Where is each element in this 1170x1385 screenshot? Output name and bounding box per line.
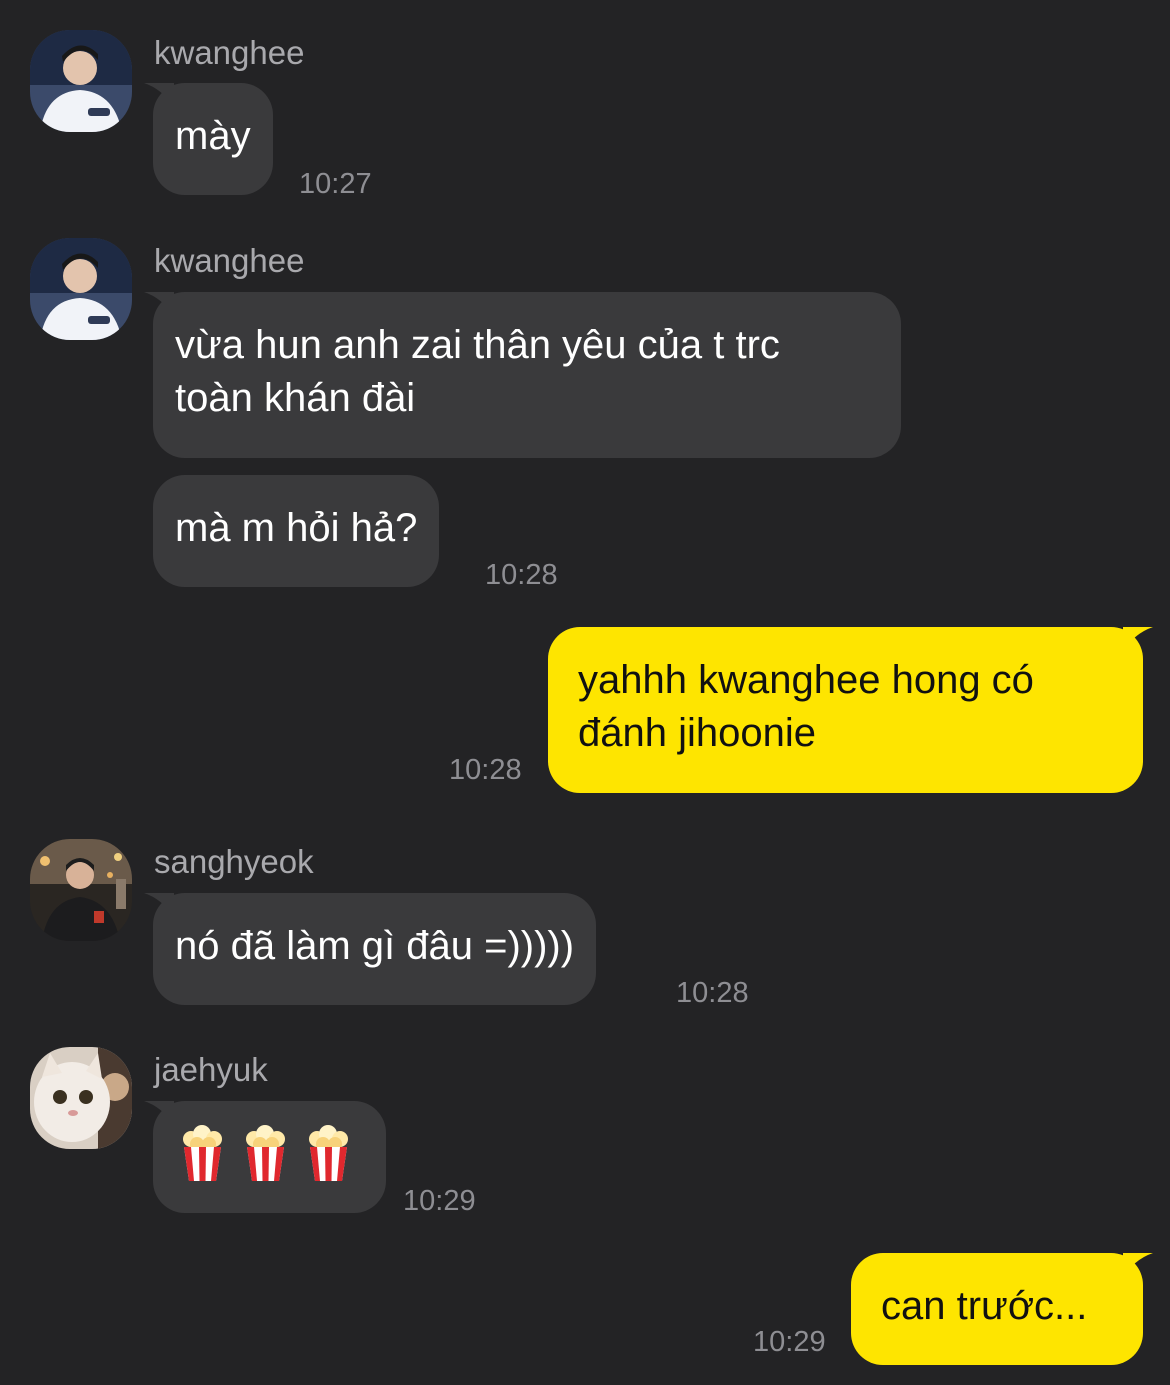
message-text: mày bbox=[175, 114, 251, 158]
message-text: nó đã làm gì đâu =))))) bbox=[175, 924, 575, 968]
sender-name: kwanghee bbox=[154, 242, 305, 279]
sender-name: kwanghee bbox=[154, 34, 305, 71]
message-text: mà m hỏi hả? bbox=[175, 506, 418, 550]
bubble-tail bbox=[1123, 627, 1153, 651]
message-bubble[interactable]: nó đã làm gì đâu =))))) bbox=[144, 893, 597, 1005]
bubble-tail bbox=[144, 893, 174, 917]
my-message-bubble[interactable]: can trước... bbox=[851, 1253, 1153, 1365]
message-time: 10:29 bbox=[403, 1185, 476, 1217]
message-bubble[interactable]: mà m hỏi hả? bbox=[153, 475, 440, 587]
avatar-photo bbox=[30, 238, 132, 340]
bubble-tail bbox=[144, 1101, 174, 1125]
chat-thread[interactable]: kwanghee mày 10:27 kwanghee vừa hun anh … bbox=[0, 0, 1170, 1385]
avatar-kwanghee[interactable] bbox=[30, 238, 132, 340]
message-text-line: đánh jihoonie bbox=[578, 711, 816, 755]
message-text-line: yahhh kwanghee hong có bbox=[578, 658, 1034, 702]
message-bubble[interactable]: vừa hun anh zai thân yêu của t trc toàn … bbox=[144, 292, 901, 458]
message-time: 10:29 bbox=[753, 1326, 826, 1358]
avatar-kwanghee[interactable] bbox=[30, 30, 132, 132]
avatar-photo bbox=[30, 1047, 132, 1149]
message-text-line: toàn khán đài bbox=[175, 376, 416, 420]
bubble-tail bbox=[144, 83, 174, 107]
message-text: can trước... bbox=[881, 1284, 1088, 1328]
avatar-photo bbox=[30, 30, 132, 132]
my-message-bubble[interactable]: yahhh kwanghee hong có đánh jihoonie bbox=[548, 627, 1153, 793]
sender-name: jaehyuk bbox=[154, 1051, 268, 1088]
message-bubble[interactable]: mày bbox=[144, 83, 273, 195]
message-text-line: vừa hun anh zai thân yêu của t trc bbox=[175, 323, 780, 367]
message-bubble[interactable] bbox=[144, 1101, 386, 1213]
bubble-tail bbox=[1123, 1253, 1153, 1277]
avatar-sanghyeok[interactable] bbox=[30, 839, 132, 941]
popcorn-emoji bbox=[307, 1125, 350, 1181]
message-time: 10:28 bbox=[449, 754, 522, 786]
popcorn-emoji bbox=[181, 1125, 224, 1181]
message-time: 10:27 bbox=[299, 168, 372, 200]
bubble-tail bbox=[144, 292, 174, 316]
message-time: 10:28 bbox=[676, 977, 749, 1009]
avatar-jaehyuk[interactable] bbox=[30, 1047, 132, 1149]
avatar-photo bbox=[30, 839, 132, 941]
popcorn-emoji bbox=[244, 1125, 287, 1181]
message-time: 10:28 bbox=[485, 559, 558, 591]
sender-name: sanghyeok bbox=[154, 843, 314, 880]
